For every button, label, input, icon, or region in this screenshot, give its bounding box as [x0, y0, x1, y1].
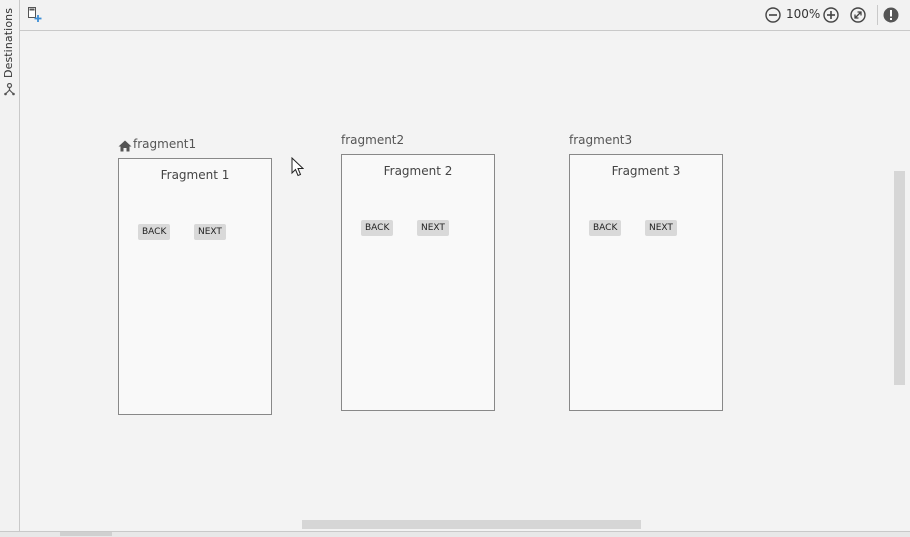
zoom-to-fit-icon[interactable] [849, 6, 867, 24]
vertical-scrollbar[interactable] [894, 171, 905, 385]
zoom-level-label: 100% [786, 7, 821, 21]
navigation-graph-canvas[interactable]: fragment1 Fragment 1 BACK NEXT fragment2… [20, 31, 908, 531]
destinations-icon [4, 81, 15, 100]
fragment3-back-button[interactable]: BACK [589, 220, 622, 236]
fragment1-title: fragment1 [133, 137, 197, 151]
warning-icon[interactable] [882, 6, 900, 24]
fragment3-destination[interactable]: Fragment 3 BACK NEXT [569, 154, 723, 411]
toolbar-separator [877, 5, 878, 25]
fragment1-back-button[interactable]: BACK [138, 224, 171, 240]
toolbar: 100% [20, 0, 910, 31]
fragment3-title: fragment3 [569, 133, 633, 147]
fragment1-next-button[interactable]: NEXT [194, 224, 226, 240]
destinations-side-tab[interactable]: Destinations [0, 0, 19, 100]
fragment2-title: fragment2 [341, 133, 405, 147]
fragment1-destination[interactable]: Fragment 1 BACK NEXT [118, 158, 272, 415]
fragment3-heading: Fragment 3 [611, 164, 681, 178]
fragment2-heading: Fragment 2 [383, 164, 453, 178]
mouse-cursor-icon [291, 156, 305, 181]
zoom-in-icon[interactable] [822, 6, 840, 24]
bottom-bar [0, 531, 910, 537]
fragment2-next-button[interactable]: NEXT [417, 220, 449, 236]
home-icon [118, 137, 132, 156]
zoom-out-icon[interactable] [764, 6, 782, 24]
new-destination-icon[interactable] [26, 7, 42, 23]
fragment2-destination[interactable]: Fragment 2 BACK NEXT [341, 154, 495, 411]
fragment2-back-button[interactable]: BACK [361, 220, 394, 236]
fragment3-next-button[interactable]: NEXT [645, 220, 677, 236]
side-panel: Destinations [0, 0, 20, 532]
destinations-tab-label: Destinations [2, 7, 15, 78]
bottom-tab[interactable] [60, 532, 112, 536]
horizontal-scrollbar[interactable] [302, 520, 641, 529]
fragment1-heading: Fragment 1 [160, 168, 230, 182]
